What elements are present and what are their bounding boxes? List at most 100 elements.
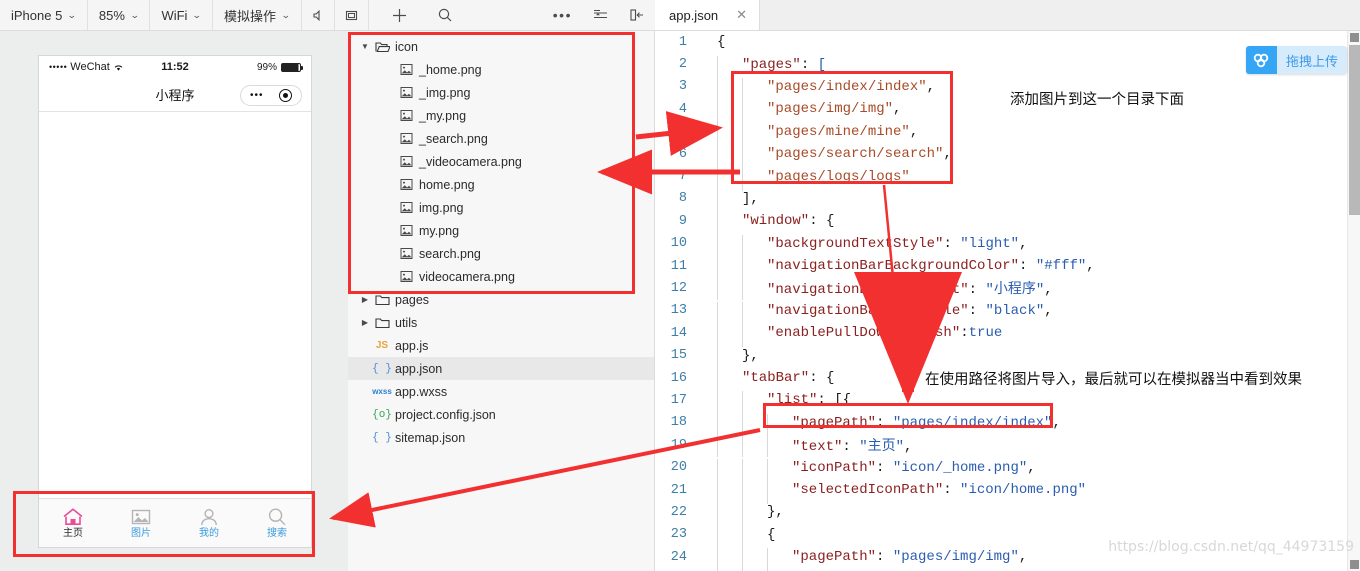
code-token: "pages/img/img" (892, 549, 1019, 566)
collapse-panel-icon[interactable] (619, 8, 655, 22)
capsule-more-icon: ••• (250, 89, 264, 101)
chevron-right-icon[interactable]: ▶ (358, 295, 372, 304)
indent-guide (717, 277, 718, 301)
watermark: https://blog.csdn.net/qq_44973159 (1108, 539, 1354, 555)
tabbar-item-mine[interactable]: 我的 (175, 507, 243, 539)
add-button[interactable] (369, 0, 417, 30)
code-token: , (1018, 549, 1028, 566)
file-tree-item-_my-png[interactable]: _my.png (348, 104, 654, 127)
code-token: "window" (742, 213, 810, 230)
tabbar-item-search[interactable]: 搜索 (243, 507, 311, 539)
chevron-right-icon[interactable]: ▶ (358, 318, 372, 327)
file-explorer[interactable]: ▼ icon _home.png _img.png _my.png _search.png… (348, 31, 655, 571)
file-tree-item-img-png[interactable]: img.png (348, 196, 654, 219)
file-tree-item-search-png[interactable]: search.png (348, 242, 654, 265)
indent-guide (742, 391, 743, 415)
phone-frame: ••••• WeChat 11:52 99% 小程序 ••• 主页 图片 我的 … (38, 55, 312, 548)
file-tree-item-app-wxss[interactable]: wxss app.wxss (348, 380, 654, 403)
carrier-label: WeChat (70, 61, 110, 73)
file-tree-item-_videocamera-png[interactable]: _videocamera.png (348, 150, 654, 173)
device-selector[interactable]: iPhone 5 ⌄ (0, 0, 88, 30)
network-selector[interactable]: WiFi ⌄ (150, 0, 213, 30)
editor-scrollbar[interactable] (1347, 31, 1360, 571)
file-tree-item-home-png[interactable]: home.png (348, 173, 654, 196)
indent-guide (717, 145, 718, 169)
drag-upload-badge[interactable]: 拖拽上传 (1245, 46, 1347, 74)
screen-icon[interactable] (335, 0, 369, 30)
file-tree-item-app-js[interactable]: JS app.js (348, 334, 654, 357)
simulate-action-label: 模拟操作 (224, 8, 277, 24)
code-tokens: "backgroundTextStyle": "light", (767, 236, 1027, 252)
file-tree-item-sitemap-json[interactable]: { } sitemap.json (348, 426, 654, 449)
code-token: : { (809, 213, 835, 230)
code-token: "#fff" (1035, 258, 1087, 275)
file-tree-item-my-png[interactable]: my.png (348, 219, 654, 242)
speaker-icon[interactable] (302, 0, 335, 30)
code-token: "backgroundTextStyle" (767, 235, 944, 252)
code-line-content: "pages/search/search", (699, 145, 1360, 169)
line-number: 5 (678, 124, 687, 140)
indent-guide (742, 434, 743, 458)
code-line: 5 "pages/mine/mine", (655, 121, 1360, 146)
wechat-capsule-button[interactable]: ••• (240, 85, 302, 106)
indent-guide (767, 458, 768, 482)
indent-guide (742, 324, 743, 348)
search-icon[interactable] (417, 0, 462, 30)
code-token: }, (767, 504, 784, 521)
battery-icon (281, 62, 303, 72)
chevron-down-icon[interactable]: ▼ (358, 42, 372, 51)
code-tokens: "pages/index/index", (767, 79, 935, 95)
file-tree-item-label: sitemap.json (395, 430, 466, 445)
file-tree-item-pages[interactable]: ▶ pages (348, 288, 654, 311)
line-number: 7 (678, 169, 687, 185)
line-number: 24 (670, 549, 687, 565)
indent-guide (767, 434, 768, 458)
code-line: 6 "pages/search/search", (655, 143, 1360, 169)
file-tree-item-_home-png[interactable]: _home.png (348, 58, 654, 81)
zoom-selector[interactable]: 85% ⌄ (88, 0, 151, 30)
tabbar-item-home[interactable]: 主页 (39, 507, 107, 539)
code-tokens: { (717, 34, 725, 50)
scrollbar-up-arrow[interactable] (1350, 33, 1359, 42)
file-tree-item-app-json[interactable]: { } app.json (348, 357, 654, 380)
editor-tab-label: app.json (669, 7, 719, 23)
wifi-icon (114, 64, 123, 71)
file-tree-item-label: _my.png (419, 108, 467, 123)
code-token: : (968, 302, 986, 319)
close-icon[interactable]: ✕ (736, 7, 747, 23)
code-line-content: "navigationBarTextStyle": "black", (699, 301, 1360, 325)
code-tokens: "enablePullDownRefresh":true (767, 325, 1002, 341)
file-tree-item-_search-png[interactable]: _search.png (348, 127, 654, 150)
file-tree-item-utils[interactable]: ▶ utils (348, 311, 654, 334)
scrollbar-thumb[interactable] (1349, 45, 1360, 215)
scrollbar-down-arrow[interactable] (1350, 560, 1359, 569)
editor-tab-app-json[interactable]: app.json ✕ (655, 0, 761, 30)
code-line: 18 "pagePath": "pages/index/index", (655, 412, 1360, 437)
code-tokens: "pagePath": "pages/index/index", (792, 415, 1061, 431)
file-tree-item-icon[interactable]: ▼ icon (348, 35, 654, 58)
tabbar-item-image[interactable]: 图片 (107, 507, 175, 539)
file-tree-item-_img-png[interactable]: _img.png (348, 81, 654, 104)
image-file-icon (396, 224, 416, 237)
file-tree-item-videocamera-png[interactable]: videocamera.png (348, 265, 654, 288)
code-token: : (968, 282, 986, 299)
more-options-icon[interactable]: ••• (543, 8, 582, 22)
code-token: "icon/home.png" (960, 482, 1087, 498)
code-token: : (800, 56, 818, 73)
file-tree-item-label: app.js (395, 338, 429, 353)
simulate-action-selector[interactable]: 模拟操作 ⌄ (213, 0, 302, 30)
code-line: 17 "list": [{ (655, 389, 1360, 415)
indent-guide (742, 277, 743, 301)
code-token: "icon/_home.png" (892, 459, 1028, 476)
file-tree-item-project-config-json[interactable]: {o} project.config.json (348, 403, 654, 426)
details-icon[interactable] (582, 8, 619, 22)
code-token: , (1044, 302, 1053, 319)
line-number: 1 (678, 34, 687, 50)
json-file-icon: { } (372, 431, 392, 444)
code-token: "navigationBarTextStyle" (767, 302, 969, 319)
code-token: "enablePullDownRefresh" (767, 325, 961, 342)
tabbar-label-search: 搜索 (267, 528, 287, 539)
code-area[interactable]: 1{2 "pages": [3 "pages/index/index", 4 "page… (655, 31, 1360, 571)
zoom-selector-label: 85% (98, 7, 125, 23)
